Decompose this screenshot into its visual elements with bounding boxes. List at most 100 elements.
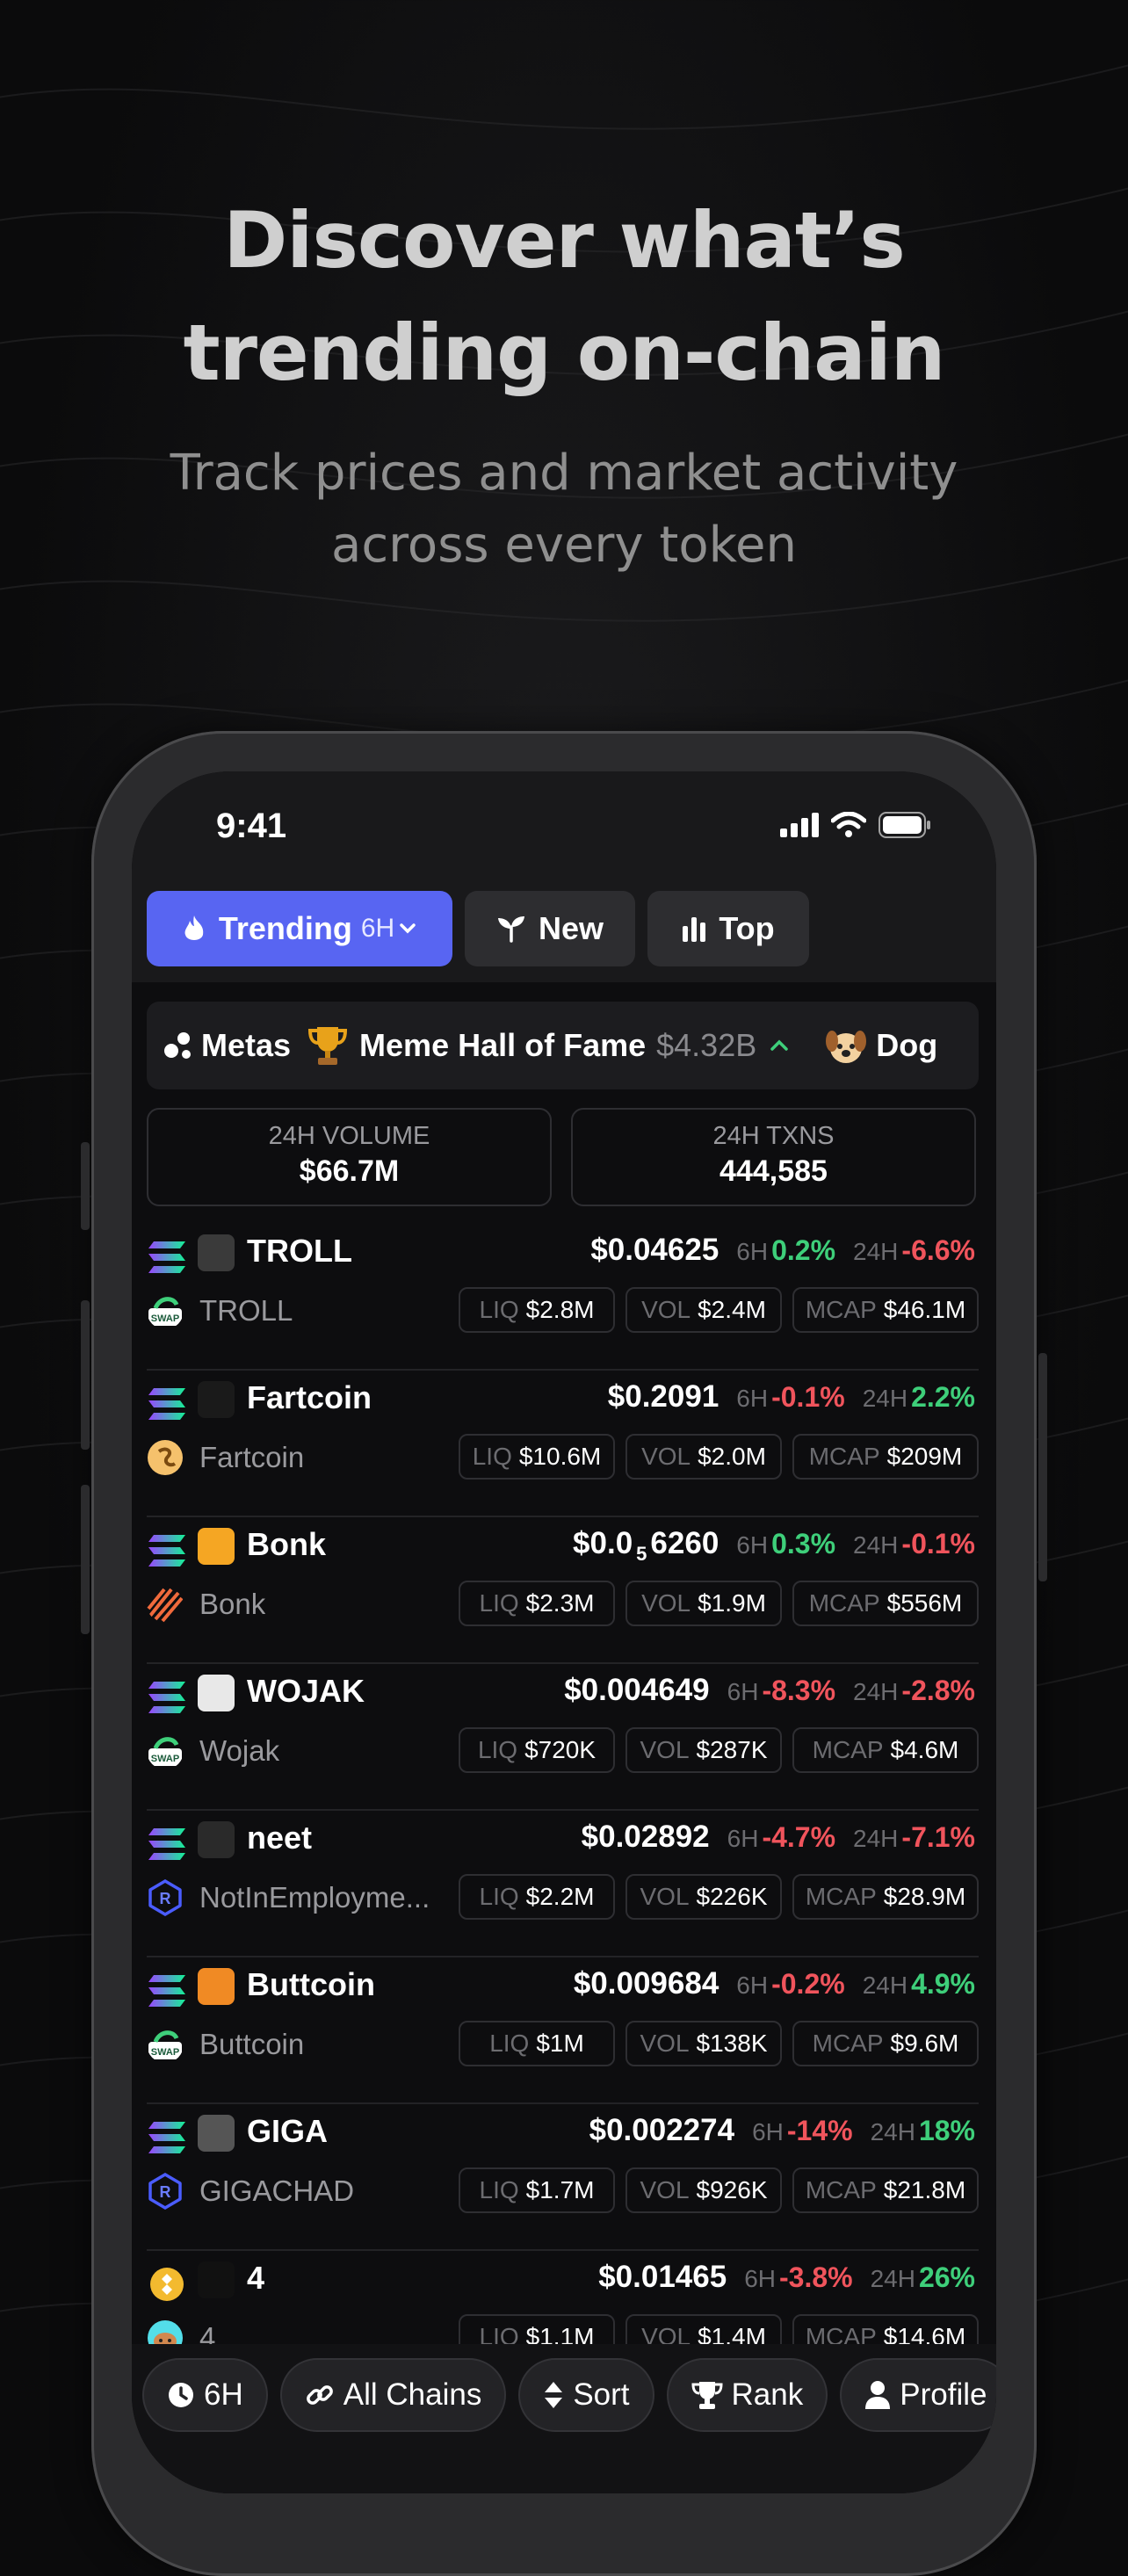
mcap-label: MCAP xyxy=(808,1443,880,1470)
h6-label: 6H xyxy=(736,1385,769,1412)
token-row[interactable]: TROLL SWAP TROLL $0.04625 6H 0.2% 24H -6.6% LIQ $… xyxy=(147,1224,979,1371)
token-price: $0.01465 xyxy=(598,2260,727,2294)
token-row[interactable]: neet R NotInEmployme... $0.02892 6H -4.7% 24H -… xyxy=(147,1811,979,1957)
profile-button-label: Profile xyxy=(900,2377,987,2412)
h24-change: 18% xyxy=(918,2115,975,2146)
liq-label: LIQ xyxy=(479,1883,519,1910)
mcap-pill: MCAP $9.6M xyxy=(792,2021,979,2066)
token-row[interactable]: WOJAK SWAP Wojak $0.004649 6H -8.3% 24H -2.8% LI… xyxy=(147,1664,979,1811)
hero-title-line2: trending on-chain xyxy=(183,308,946,398)
period-button[interactable]: 6H xyxy=(142,2358,268,2432)
chains-button-label: All Chains xyxy=(343,2377,482,2412)
meme-hall-label: Meme Hall of Fame xyxy=(359,1027,647,1063)
token-logo xyxy=(198,1968,235,2005)
sort-button[interactable]: Sort xyxy=(518,2358,654,2432)
token-symbol: GIGA xyxy=(247,2113,329,2149)
tab-top[interactable]: Top xyxy=(647,891,809,966)
token-logo xyxy=(198,1381,235,1418)
coin-dex-icon xyxy=(148,1440,183,1475)
mcap-label: MCAP xyxy=(805,2176,877,2203)
token-metrics: LIQ $1.7M VOL $926K MCAP $21.8M xyxy=(459,2167,979,2213)
tab-trending[interactable]: Trending 6H xyxy=(147,891,452,966)
token-price: $0.002274 xyxy=(589,2113,735,2147)
token-logo xyxy=(198,2261,235,2298)
h6-change: 0.3% xyxy=(771,1528,836,1559)
svg-text:R: R xyxy=(160,1890,171,1907)
liq-value: $10.6M xyxy=(518,1443,602,1470)
liq-label: LIQ xyxy=(479,2176,519,2203)
token-price-rest: 6260 xyxy=(650,1526,719,1560)
token-metrics: LIQ $2.2M VOL $226K MCAP $28.9M xyxy=(459,1874,979,1920)
status-time: 9:41 xyxy=(216,807,287,845)
solana-chain-icon xyxy=(148,2122,185,2153)
liq-value: $720K xyxy=(524,1736,597,1763)
txns-label: 24H TXNS xyxy=(712,1122,835,1150)
token-metrics: LIQ $10.6M VOL $2.0M MCAP $209M xyxy=(459,1434,979,1480)
sort-icon xyxy=(545,2382,563,2408)
token-price: $0.004649 xyxy=(564,1673,710,1707)
tab-new[interactable]: New xyxy=(465,891,635,966)
vol-value: $926K xyxy=(696,2176,768,2203)
profile-button[interactable]: Profile xyxy=(840,2358,996,2432)
token-row[interactable]: GIGA R GIGACHAD $0.002274 6H -14% 24H 18% LIQ $1.… xyxy=(147,2104,979,2251)
h24-change: 26% xyxy=(918,2261,975,2293)
hero-title-line1: Discover what’s xyxy=(223,195,906,286)
token-logo xyxy=(198,1675,235,1711)
vol-label: VOL xyxy=(640,1883,690,1910)
hero-title: Discover what’s trending on-chain xyxy=(0,185,1128,409)
token-row[interactable]: Buttcoin SWAP Buttcoin $0.009684 6H -0.2% 24H 4… xyxy=(147,1957,979,2104)
token-row[interactable]: Bonk Bonk $0.0 5 6260 6H 0.3% 24H -0.1% LIQ $2.3M V… xyxy=(147,1517,979,1664)
svg-text:SWAP: SWAP xyxy=(151,2047,179,2058)
battery-icon xyxy=(879,812,930,838)
liquidity-pill: LIQ $1.7M xyxy=(459,2167,615,2213)
svg-text:SWAP: SWAP xyxy=(151,1754,179,1764)
liquidity-pill: LIQ $2.2M xyxy=(459,1874,615,1920)
volume-pill: VOL $926K xyxy=(625,2167,782,2213)
bnb-chain-icon xyxy=(150,2268,184,2301)
mcap-label: MCAP xyxy=(805,1883,877,1910)
token-symbol: WOJAK xyxy=(247,1673,365,1709)
h6-change: 0.2% xyxy=(771,1234,836,1266)
metas-label: Metas xyxy=(201,1027,292,1063)
phone-volume-up xyxy=(81,1300,90,1450)
status-bar: 9:41 xyxy=(132,771,996,886)
metas-bar[interactable]: Metas Meme Hall of Fame $4.32B Dog xyxy=(147,1002,979,1089)
h24-change: -7.1% xyxy=(901,1821,975,1853)
token-name: Bonk xyxy=(199,1588,266,1620)
vol-label: VOL xyxy=(640,2030,690,2057)
rank-button[interactable]: Rank xyxy=(666,2358,828,2432)
volume-pill: VOL $226K xyxy=(625,1874,782,1920)
token-price: $0.02892 xyxy=(581,1820,710,1854)
token-name: NotInEmployme... xyxy=(199,1881,430,1914)
vol-label: VOL xyxy=(641,1296,691,1323)
liquidity-pill: LIQ $720K xyxy=(459,1727,615,1773)
mcap-label: MCAP xyxy=(808,1589,880,1617)
liquidity-pill: LIQ $10.6M xyxy=(459,1434,615,1480)
vol-value: $2.0M xyxy=(698,1443,766,1470)
mcap-value: $28.9M xyxy=(883,1883,966,1910)
phone-action-button xyxy=(81,1142,90,1230)
vol-label: VOL xyxy=(641,1443,691,1470)
token-price: $0.2091 xyxy=(607,1379,719,1414)
signal-icon xyxy=(780,813,819,837)
chains-button[interactable]: All Chains xyxy=(279,2358,507,2432)
token-row[interactable]: Fartcoin Fartcoin $0.2091 6H -0.1% 24H 2.2% LIQ… xyxy=(147,1371,979,1517)
flame-icon xyxy=(184,915,204,940)
phone-volume-down xyxy=(81,1485,90,1634)
token-symbol: neet xyxy=(247,1820,313,1856)
token-logo xyxy=(198,2115,235,2152)
bonk-dex-icon xyxy=(147,1588,184,1623)
token-symbol: Bonk xyxy=(247,1526,326,1562)
token-name: Buttcoin xyxy=(199,2028,305,2060)
h6-change: -0.1% xyxy=(771,1381,845,1413)
h6-label: 6H xyxy=(744,2265,776,2292)
liq-label: LIQ xyxy=(477,1736,518,1763)
mcap-value: $556M xyxy=(886,1589,963,1617)
mcap-pill: MCAP $46.1M xyxy=(792,1287,979,1333)
vol-label: VOL xyxy=(640,2176,690,2203)
h6-label: 6H xyxy=(736,1972,769,1999)
token-price-box: $0.2091 6H -0.1% 24H 2.2% xyxy=(608,1379,975,1415)
volume-pill: VOL $2.0M xyxy=(625,1434,782,1480)
swap-dex-icon: SWAP xyxy=(148,1737,182,1766)
token-name: Fartcoin xyxy=(199,1441,305,1473)
